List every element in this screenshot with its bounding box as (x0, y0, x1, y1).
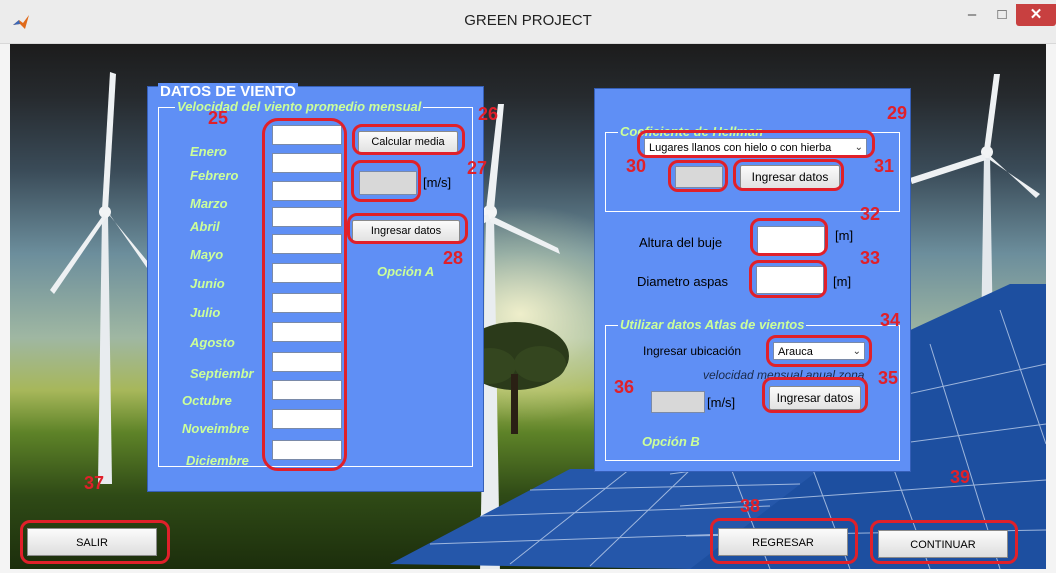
option-b-label: Opción B (642, 434, 700, 449)
highlight-continuar (870, 520, 1018, 564)
annotation-27: 27 (467, 158, 488, 178)
close-button[interactable]: ✕ (1016, 4, 1056, 26)
highlight-altura (750, 218, 828, 256)
altura-unit: [m] (835, 228, 854, 243)
atlas-speed-unit: [m/s] (707, 395, 736, 410)
month-label-noviembre: Noveimbre (182, 421, 250, 436)
annotation-31: 31 (874, 156, 895, 176)
month-label-mayo: Mayo (190, 247, 224, 262)
annotation-30: 30 (626, 156, 647, 176)
highlight-hellman-select (637, 130, 875, 158)
annotation-26: 26 (478, 104, 499, 124)
annotation-35: 35 (878, 368, 899, 388)
app-window: GREEN PROJECT – □ ✕ DATOS DE VIENTO Velo… (0, 0, 1056, 573)
month-label-octubre: Octubre (182, 393, 232, 408)
annotation-32: 32 (860, 204, 881, 224)
month-label-julio: Julio (190, 305, 221, 320)
annotation-33: 33 (860, 248, 881, 268)
wind-panel-title: DATOS DE VIENTO (158, 83, 298, 100)
highlight-ubicacion (766, 335, 872, 367)
annotation-38: 38 (740, 496, 761, 516)
annotation-37: 37 (84, 473, 105, 493)
highlight-regresar (710, 518, 858, 564)
annotation-34: 34 (880, 310, 901, 330)
month-label-diciembre: Diciembre (186, 453, 249, 468)
annotation-29: 29 (887, 103, 908, 123)
maximize-button[interactable]: □ (988, 4, 1016, 26)
highlight-diametro (749, 260, 827, 298)
annotation-28: 28 (443, 248, 464, 268)
diametro-label: Diametro aspas (637, 274, 729, 289)
highlight-calcular-media (352, 124, 465, 155)
highlight-salir (20, 520, 170, 564)
minimize-button[interactable]: – (958, 4, 986, 26)
month-label-junio: Junio (190, 276, 225, 291)
altura-label: Altura del buje (639, 235, 723, 250)
annotation-39: 39 (950, 467, 971, 487)
window-title: GREEN PROJECT (464, 12, 592, 29)
option-a-label: Opción A (377, 264, 435, 279)
ubicacion-label: Ingresar ubicación (643, 344, 742, 358)
month-label-enero: Enero (190, 144, 227, 159)
annotation-36: 36 (614, 377, 635, 397)
atlas-group-title: Utilizar datos Atlas de vientos (618, 317, 807, 332)
annotation-25: 25 (208, 108, 229, 128)
month-label-agosto: Agosto (190, 335, 235, 350)
month-label-abril: Abril (190, 219, 220, 234)
highlight-atlas-ingresar (762, 377, 868, 413)
highlight-month-inputs (262, 118, 347, 471)
month-label-marzo: Marzo (190, 196, 228, 211)
atlas-speed-field[interactable] (651, 391, 705, 413)
mean-speed-unit: [m/s] (423, 175, 452, 190)
title-bar: GREEN PROJECT – □ ✕ (0, 0, 1056, 44)
highlight-ingresar-a (347, 213, 468, 244)
highlight-hellman-ingresar (733, 159, 844, 191)
month-label-septiembre: Septiembr (190, 366, 254, 381)
month-label-febrero: Febrero (190, 168, 239, 183)
highlight-mean-field (351, 160, 421, 202)
diametro-unit: [m] (833, 274, 852, 289)
wind-turbine-left (50, 72, 158, 484)
highlight-hellman-field (668, 160, 728, 192)
